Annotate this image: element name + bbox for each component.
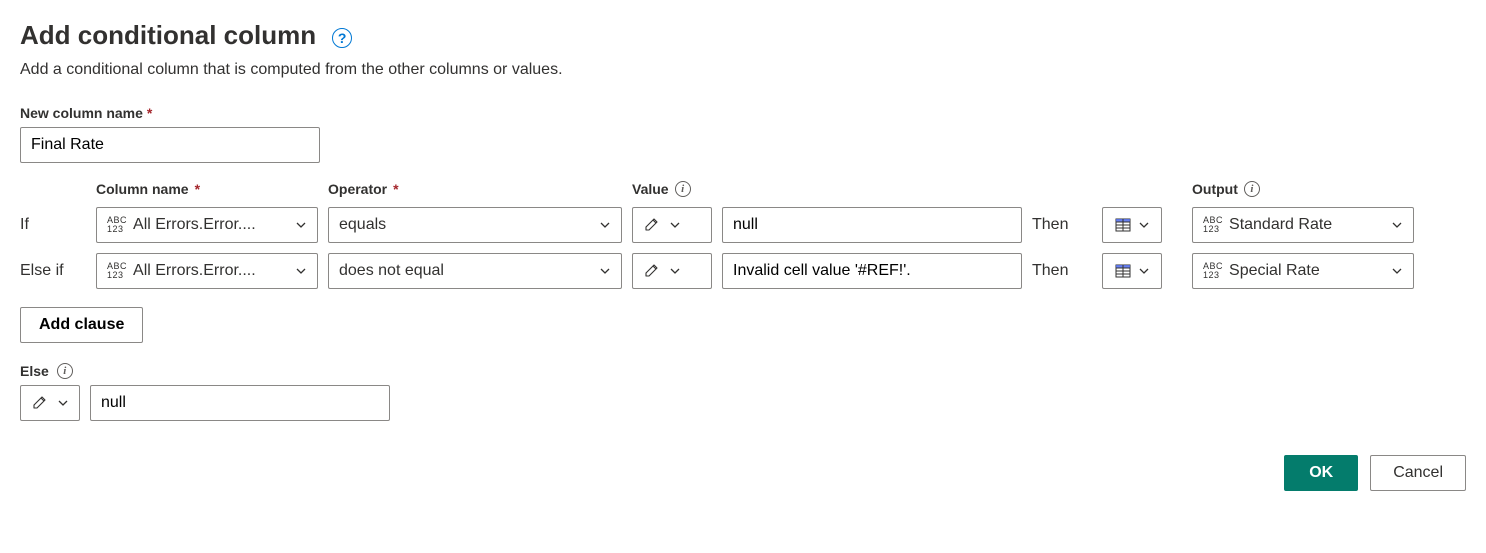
- chevron-down-icon: [669, 265, 681, 277]
- chevron-down-icon: [1138, 219, 1150, 231]
- ok-button[interactable]: OK: [1284, 455, 1358, 491]
- info-icon[interactable]: i: [1244, 181, 1260, 197]
- chevron-down-icon: [599, 219, 611, 231]
- dialog-title: Add conditional column: [20, 20, 316, 51]
- header-value: Value i: [632, 181, 712, 197]
- column-name-dropdown[interactable]: ABC123 All Errors.Error....: [96, 253, 318, 289]
- header-operator: Operator *: [328, 181, 622, 197]
- value-type-dropdown[interactable]: [632, 207, 712, 243]
- then-label: Then: [1032, 216, 1092, 234]
- clause-prefix-elseif: Else if: [20, 262, 86, 280]
- value-type-dropdown[interactable]: [632, 253, 712, 289]
- info-icon[interactable]: i: [57, 363, 73, 379]
- else-label: Else: [20, 363, 49, 379]
- output-dropdown[interactable]: ABC123 Special Rate: [1192, 253, 1414, 289]
- pencil-icon: [643, 262, 661, 280]
- abc123-type-icon: ABC123: [1203, 262, 1223, 280]
- chevron-down-icon: [1391, 219, 1403, 231]
- info-icon[interactable]: i: [675, 181, 691, 197]
- help-icon[interactable]: ?: [332, 28, 352, 48]
- operator-dropdown[interactable]: equals: [328, 207, 622, 243]
- header-output: Output i: [1192, 181, 1414, 197]
- value-input[interactable]: [722, 253, 1022, 289]
- abc123-type-icon: ABC123: [107, 262, 127, 280]
- table-column-icon: [1114, 216, 1132, 234]
- chevron-down-icon: [295, 265, 307, 277]
- chevron-down-icon: [1391, 265, 1403, 277]
- add-clause-button[interactable]: Add clause: [20, 307, 143, 343]
- abc123-type-icon: ABC123: [1203, 216, 1223, 234]
- column-name-dropdown[interactable]: ABC123 All Errors.Error....: [96, 207, 318, 243]
- pencil-icon: [31, 394, 49, 412]
- value-input[interactable]: [722, 207, 1022, 243]
- else-type-dropdown[interactable]: [20, 385, 80, 421]
- output-dropdown[interactable]: ABC123 Standard Rate: [1192, 207, 1414, 243]
- output-type-dropdown[interactable]: [1102, 253, 1162, 289]
- chevron-down-icon: [57, 397, 69, 409]
- new-column-label: New column name *: [20, 105, 1466, 121]
- abc123-type-icon: ABC123: [107, 216, 127, 234]
- output-type-dropdown[interactable]: [1102, 207, 1162, 243]
- cancel-button[interactable]: Cancel: [1370, 455, 1466, 491]
- chevron-down-icon: [295, 219, 307, 231]
- header-column-name: Column name *: [96, 181, 318, 197]
- clause-prefix-if: If: [20, 216, 86, 234]
- chevron-down-icon: [669, 219, 681, 231]
- table-column-icon: [1114, 262, 1132, 280]
- operator-dropdown[interactable]: does not equal: [328, 253, 622, 289]
- chevron-down-icon: [1138, 265, 1150, 277]
- chevron-down-icon: [599, 265, 611, 277]
- then-label: Then: [1032, 262, 1092, 280]
- new-column-input[interactable]: [20, 127, 320, 163]
- pencil-icon: [643, 216, 661, 234]
- else-value-input[interactable]: [90, 385, 390, 421]
- dialog-subtitle: Add a conditional column that is compute…: [20, 61, 1466, 79]
